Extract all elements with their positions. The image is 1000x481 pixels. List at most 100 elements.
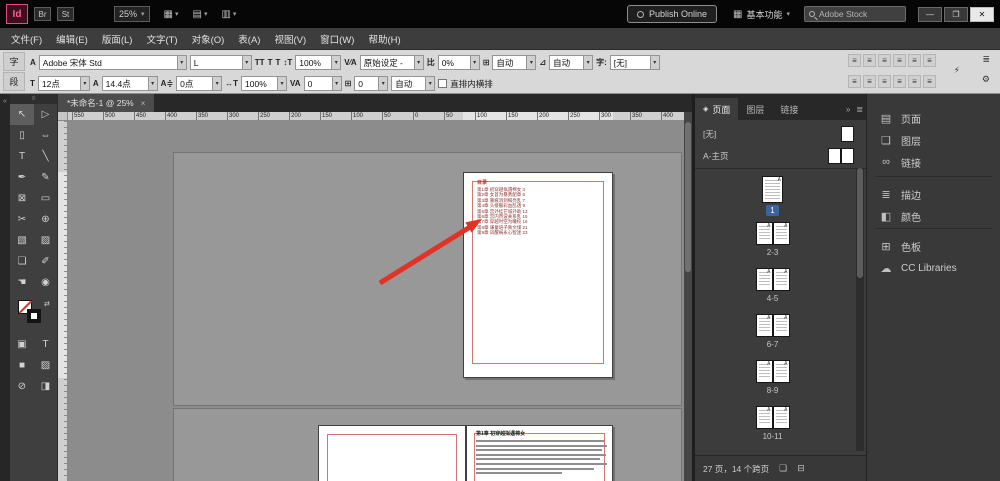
formatting-affects-text-button[interactable]: T [34,334,57,355]
justify-button[interactable]: ≡ [893,54,906,67]
page-thumbnail[interactable]: A [772,268,790,291]
dock-item-color[interactable]: ◧ 颜色 [867,206,1000,226]
menu-help[interactable]: 帮助(H) [361,28,407,49]
page-item-4-5[interactable]: A A 4-5 [695,268,850,304]
menu-type[interactable]: 文字(T) [139,28,184,49]
leading-select[interactable]: 14.4点 ▾ [101,76,158,91]
proportional-spacing-select[interactable]: 0% ▾ [437,55,480,70]
greeked-text-frame[interactable] [476,440,607,477]
page-item-2-3[interactable]: A A 2-3 [695,222,850,258]
font-size-select[interactable]: 12点 ▾ [37,76,90,91]
page-thumbnail[interactable]: A [755,268,773,291]
eyedropper-tool[interactable]: ✐ [34,251,57,272]
rectangle-frame-tool[interactable]: ⊠ [10,188,34,209]
menu-table[interactable]: 表(A) [231,28,267,49]
scissors-tool[interactable]: ✂ [10,209,34,230]
hand-tool[interactable]: ☚ [10,272,34,293]
master-none-thumbnail[interactable] [841,126,854,142]
apply-color-button[interactable]: ■ [10,355,34,376]
aki-value-select[interactable]: 0 ▾ [354,76,389,91]
scrollbar-thumb[interactable] [685,122,691,272]
dock-item-cc-libraries[interactable]: ☁ CC Libraries [867,258,1000,278]
horizontal-scale-select[interactable]: 100% ▾ [241,76,288,91]
page-thumbnail[interactable]: A [772,222,790,245]
tatechuyoko-checkbox[interactable] [438,79,448,88]
pages-panel-scrollbar[interactable] [856,168,864,451]
maximize-button[interactable]: ❐ [944,6,968,22]
free-transform-tool[interactable]: ⊕ [34,209,57,230]
new-spread-icon[interactable]: ❏ [779,463,787,474]
grid-before-select[interactable]: 自动 ▾ [492,55,537,70]
direct-selection-tool[interactable]: ▷ [34,104,57,125]
character-style-select[interactable]: [无] ▾ [609,55,660,70]
gap-tool[interactable]: ⇔ [34,125,57,146]
page-thumbnail[interactable]: A [755,360,773,383]
close-button[interactable]: ✕ [970,6,994,22]
page-thumbnail[interactable]: A [755,406,773,429]
master-a-row[interactable]: A-主页 [695,146,854,166]
apply-gradient-button[interactable]: ▨ [34,355,57,376]
page-tool[interactable]: ▯ [10,125,34,146]
indent-right-button[interactable]: ≡ [908,75,921,88]
page-label[interactable]: 1 [766,205,779,216]
horizontal-ruler[interactable]: 550 500 450 400 350 300 250 200 150 100 … [68,112,684,121]
gear-icon[interactable]: ⚙ [982,74,990,85]
menu-window[interactable]: 窗口(W) [313,28,361,49]
canvas[interactable]: 目录 第1章 初穿越拟遇棉女 3 第2章 女首为暴勇配章 5 第3章 暴痕消洞揭… [68,121,684,481]
menu-file[interactable]: 文件(F) [4,28,49,49]
note-tool[interactable]: ❏ [10,251,34,272]
view-options-dropdown[interactable]: ▦ ▾ [164,9,179,20]
menu-edit[interactable]: 编辑(E) [49,28,95,49]
grid-after-select[interactable]: 自动 ▾ [549,55,594,70]
master-a-thumbnail-right[interactable] [841,148,854,164]
page-2-left[interactable] [318,425,466,481]
scrollbar-thumb[interactable] [857,168,863,278]
selection-tool[interactable]: ↖ [10,104,34,125]
drop-cap-button[interactable]: ≡ [923,75,936,88]
pen-tool[interactable]: ✒ [10,167,34,188]
apply-none-button[interactable]: ⊘ [10,376,34,397]
page-thumbnail[interactable]: A [772,406,790,429]
document-tab[interactable]: *未命名-1 @ 25% × [58,94,155,112]
master-none-row[interactable]: [无] [695,124,854,144]
align-towards-spine-button[interactable]: ≡ [923,54,936,67]
align-center-button[interactable]: ≡ [863,54,876,67]
dock-item-stroke[interactable]: ≣ 描边 [867,184,1000,204]
page-label[interactable]: 2-3 [767,247,779,258]
delete-page-icon[interactable]: ⊟ [797,463,805,474]
page-label[interactable]: 8-9 [767,385,779,396]
align-right-button[interactable]: ≡ [878,54,891,67]
align-middle-button[interactable]: ≡ [863,75,876,88]
stock-button[interactable]: St [57,7,74,21]
vertical-scale-select[interactable]: 100% ▾ [295,55,342,70]
ruler-origin-corner[interactable] [58,112,68,121]
superscript-button[interactable]: T [268,58,273,67]
publish-online-button[interactable]: Publish Online [626,5,718,23]
vertical-scrollbar[interactable] [684,112,692,481]
adobe-stock-search-input[interactable]: Adobe Stock [804,6,906,22]
screen-mode-button[interactable]: ◨ [34,376,57,397]
kerning-select[interactable]: 原始设定 - ▾ [359,55,424,70]
aki-auto-select[interactable]: 自动 ▾ [391,76,436,91]
tools-panel-grip[interactable]: ≡ [10,94,57,104]
panel-collapse-strip[interactable]: « [0,94,10,481]
vertical-ruler[interactable] [58,121,68,481]
dock-item-links[interactable]: ∞ 链接 [867,152,1000,172]
menu-layout[interactable]: 版面(L) [95,28,140,49]
panel-menu-icon[interactable]: ≣ [856,105,863,114]
tab-pages[interactable]: ◈ 页面 [695,98,739,120]
character-formatting-toggle[interactable]: 字 [3,52,25,71]
page-thumbnail[interactable]: A [755,222,773,245]
font-style-select[interactable]: L ▾ [189,55,252,70]
page-item-6-7[interactable]: A A 6-7 [695,314,850,350]
page-label[interactable]: 10-11 [763,431,783,442]
page-thumbnail[interactable]: A [755,314,773,337]
gradient-feather-tool[interactable]: ▨ [34,230,57,251]
expand-panel-icon[interactable]: » [846,105,850,114]
tab-layers[interactable]: 图层 [738,98,772,120]
formatting-affects-container-button[interactable]: ▣ [10,334,34,355]
swap-colors-icon[interactable]: ⇄ [44,300,50,308]
menu-object[interactable]: 对象(O) [185,28,232,49]
paragraph-formatting-toggle[interactable]: 段 [3,72,25,91]
rectangle-tool[interactable]: ▭ [34,188,57,209]
